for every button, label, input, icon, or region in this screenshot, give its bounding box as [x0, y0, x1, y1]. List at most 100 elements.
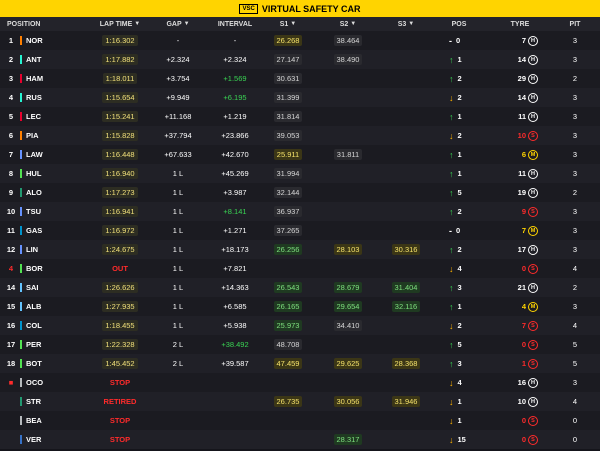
sector-s2: 29.654 [328, 297, 368, 316]
tyre-info: 7S [498, 316, 538, 335]
position-number: 4 [8, 264, 14, 273]
lap-time-value: 1:15.654 [102, 92, 138, 103]
driver-code: PER [26, 340, 42, 349]
table-row[interactable]: 4 BOR OUT 1 L +7.821 ↓ 4 0 S 4 [0, 259, 600, 278]
gap [158, 392, 198, 411]
table-row[interactable]: 2 ANT 1:17.882 +2.324 +2.324 27.147 38.490 ↑ 1 14… [0, 50, 600, 69]
header-interval[interactable]: INTERVAL [210, 17, 260, 31]
chevron-down-icon: ▼ [408, 21, 415, 27]
gap: 1 L [172, 226, 184, 235]
table-row[interactable]: 14 SAI 1:26.626 1 L +14.363 26.543 28.679 31.40… [0, 278, 600, 297]
sector-s2: 31.811 [328, 145, 368, 164]
arrow-up-icon: ↑ [449, 187, 454, 198]
position-change: ↑ 5 [449, 335, 485, 354]
sector-s1: 26.735 [268, 392, 308, 411]
sector-s3: 30.316 [386, 240, 426, 259]
gap: +3.754 [166, 74, 190, 83]
table-row[interactable]: 4 RUS 1:15.654 +9.949 +6.195 31.399 ↓ 2 14 H 3 [0, 88, 600, 107]
table-row[interactable]: 18 BOT 1:45.452 2 L +39.587 47.459 29.625 28.36… [0, 354, 600, 373]
sector-s1 [268, 430, 308, 449]
position-change: ↓ 1 [449, 411, 485, 430]
sector-time: 30.056 [333, 396, 363, 407]
position-change-value: 2 [457, 74, 462, 83]
header-gap[interactable]: GAP ▼ [158, 17, 198, 31]
header-position[interactable]: POSITION [7, 17, 40, 31]
table-row[interactable]: 5 LEC 1:15.241 +11.168 +1.219 31.814 ↑ 1 11 H 3 [0, 107, 600, 126]
arrow-up-icon: ↑ [449, 168, 454, 179]
tyre-compound-icon: S [528, 434, 538, 445]
tyre-compound-icon: S [528, 206, 538, 217]
table-row[interactable]: 8 HUL 1:16.940 1 L +45.269 31.994 ↑ 1 11 H 3 [0, 164, 600, 183]
header-s3[interactable]: S3 ▼ [386, 17, 426, 31]
table-row[interactable]: 12 LIN 1:24.675 1 L +18.173 26.256 28.103 30.31… [0, 240, 600, 259]
sector-s1: 47.459 [268, 354, 308, 373]
tyre-laps: 29 [517, 74, 526, 83]
sector-time: 26.543 [273, 282, 303, 293]
tyre-info: 10 S [498, 126, 538, 145]
sector-s3 [386, 335, 426, 354]
lap-time-value: RETIRED [103, 397, 137, 406]
table-row[interactable]: 3 HAM 1:18.011 +3.754 +1.569 30.631 ↑ 2 29 H 2 [0, 69, 600, 88]
sector-s1: 26.165 [268, 297, 308, 316]
position-change-value: 1 [457, 150, 462, 159]
tyre-info: 0S [498, 430, 538, 449]
table-row[interactable]: STR RETIRED 26.735 30.056 31.946 ↓ 1 10 H 4 [0, 392, 600, 411]
position-change: -0 [449, 221, 485, 240]
table-row[interactable]: ■ OCO STOP ↓ 4 16 H 3 [0, 373, 600, 392]
tyre-compound-icon: S [528, 415, 538, 426]
interval [210, 373, 260, 392]
lap-time: 1:22.328 [95, 335, 145, 354]
header-tyre[interactable]: TYRE [500, 17, 540, 31]
sector-s1: 37.265 [268, 221, 308, 240]
driver-code: NOR [26, 36, 43, 45]
header-lap-time[interactable]: LAP TIME ▼ [95, 17, 145, 31]
arrow-up-icon: ↑ [449, 54, 454, 65]
tyre-laps: 11 [518, 169, 526, 178]
lap-time-value: 1:17.882 [102, 54, 138, 65]
table-row[interactable]: 11 GAS 1:16.972 1 L +1.271 37.265 -0 7 M 3 [0, 221, 600, 240]
interval: - [233, 36, 237, 45]
tyre-laps: 14 [517, 93, 526, 102]
driver-code: BOR [26, 264, 43, 273]
team-color-bar [20, 150, 22, 159]
arrow-up-icon: ↑ [449, 339, 454, 350]
table-row[interactable]: 7 LAW 1:16.448 +67.633 +42.670 25.911 31.811 ↑ 1… [0, 145, 600, 164]
table-row[interactable]: 16 COL 1:18.455 1 L +5.938 25.973 34.410 ↓ 2 7 S 4 [0, 316, 600, 335]
sector-s1: 36.937 [268, 202, 308, 221]
header-s1[interactable]: S1 ▼ [268, 17, 308, 31]
lap-time: 1:26.626 [95, 278, 145, 297]
table-row[interactable]: 17 PER 1:22.328 2 L +38.492 48.708 ↑ 5 0 S 5 [0, 335, 600, 354]
tyre-info: 7M [498, 221, 538, 240]
table-row[interactable]: 6 PIA 1:15.828 +37.794 +23.866 39.053 ↓ 2 10 S 3 [0, 126, 600, 145]
safety-car-banner: VSC VIRTUAL SAFETY CAR [0, 0, 600, 17]
arrow-down-icon: ↓ [449, 396, 454, 407]
position-number: 14 [6, 283, 16, 292]
lap-time-value: 1:18.455 [102, 320, 138, 331]
arrow-up-icon: ↑ [449, 244, 454, 255]
table-row[interactable]: 15 ALB 1:27.935 1 L +6.585 26.165 29.654 32.116… [0, 297, 600, 316]
table-row[interactable]: 9 ALO 1:17.273 1 L +3.987 32.144 ↑ 5 19 H 2 [0, 183, 600, 202]
header-pit[interactable]: PIT [560, 17, 590, 31]
pit-count: 3 [572, 302, 578, 311]
header-pos[interactable]: POS [444, 17, 474, 31]
lap-time-value: OUT [112, 264, 128, 273]
arrow-up-icon: ↑ [449, 73, 454, 84]
tyre-compound-icon: H [528, 282, 538, 293]
chevron-down-icon: ▼ [134, 21, 141, 27]
tyre-compound-icon: H [528, 187, 538, 198]
table-row[interactable]: VER STOP 28.317 ↓ 15 0 S 0 [0, 430, 600, 449]
table-row[interactable]: BEA STOP ↓ 1 0 S 0 [0, 411, 600, 430]
sector-s2 [328, 183, 368, 202]
sector-s2 [328, 88, 368, 107]
pit-count: 4 [572, 321, 578, 330]
pit-count: 3 [572, 378, 578, 387]
header-s2[interactable]: S2 ▼ [328, 17, 368, 31]
interval: +8.141 [223, 207, 247, 216]
table-row[interactable]: 10 TSU 1:16.941 1 L +8.141 36.937 ↑ 2 9 S 3 [0, 202, 600, 221]
lap-time: 1:16.972 [95, 221, 145, 240]
sector-time: 26.268 [273, 35, 303, 46]
position-number: 10 [6, 207, 16, 216]
team-color-bar [20, 321, 22, 330]
table-row[interactable]: 1 NOR 1:16.302- -26.268 38.464-0 7 H 3 [0, 31, 600, 50]
team-color-bar [20, 226, 22, 235]
